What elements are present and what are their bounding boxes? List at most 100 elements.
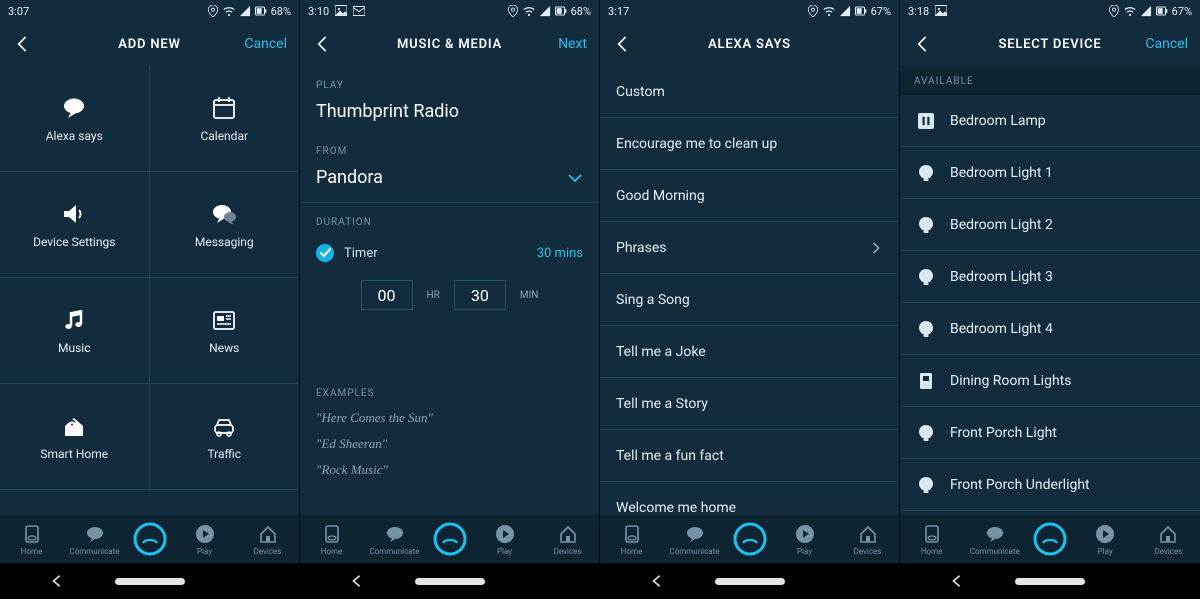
communicate-icon xyxy=(84,523,106,545)
nav-communicate[interactable]: Communicate xyxy=(670,523,720,556)
signal-icon xyxy=(1140,5,1152,17)
checkmark-icon xyxy=(316,244,334,262)
system-back-button[interactable] xyxy=(50,574,64,588)
list-item[interactable]: Tell me a fun fact xyxy=(600,430,899,482)
tile-alexa-says[interactable]: Alexa says xyxy=(0,66,150,172)
nav-communicate[interactable]: Communicate xyxy=(70,523,120,556)
status-time: 3:07 xyxy=(8,5,29,18)
list-item-label: Tell me a fun fact xyxy=(616,448,724,464)
device-row[interactable]: Bedroom Light 3 xyxy=(900,251,1200,303)
nav-home[interactable]: Home xyxy=(607,523,657,556)
next-button[interactable]: Next xyxy=(558,36,587,52)
smart-home-icon xyxy=(60,413,88,439)
chevron-down-icon xyxy=(567,170,583,186)
from-select[interactable]: Pandora xyxy=(300,163,599,202)
nav-home[interactable]: Home xyxy=(7,523,57,556)
list-item-label: Sing a Song xyxy=(616,292,690,308)
system-back-button[interactable] xyxy=(950,574,964,588)
hours-unit: HR xyxy=(427,290,440,301)
device-name: Bedroom Lamp xyxy=(950,113,1046,129)
back-button[interactable] xyxy=(12,32,36,56)
list-item[interactable]: Welcome me home xyxy=(600,482,899,515)
signal-icon xyxy=(839,5,851,17)
device-row[interactable]: Front Porch Light xyxy=(900,407,1200,459)
nav-alexa-button[interactable] xyxy=(1033,522,1067,556)
system-home-pill[interactable] xyxy=(1015,578,1085,585)
nav-devices[interactable]: Devices xyxy=(543,523,593,556)
back-button[interactable] xyxy=(912,32,936,56)
play-label: PLAY xyxy=(300,66,599,97)
nav-home[interactable]: Home xyxy=(307,523,357,556)
tile-smart-home[interactable]: Smart Home xyxy=(0,384,150,490)
system-home-pill[interactable] xyxy=(715,578,785,585)
list-item[interactable]: Tell me a Joke xyxy=(600,326,899,378)
device-row[interactable]: Dining Room Lights xyxy=(900,355,1200,407)
device-row[interactable]: Front Porch Underlight xyxy=(900,459,1200,511)
hours-input[interactable]: 00 xyxy=(361,280,413,310)
list-item[interactable]: Good Morning xyxy=(600,170,899,222)
nav-communicate[interactable]: Communicate xyxy=(970,523,1020,556)
cancel-button[interactable]: Cancel xyxy=(244,36,287,52)
nav-play[interactable]: Play xyxy=(1080,523,1130,556)
nav-alexa-button[interactable] xyxy=(133,522,167,556)
wifi-icon xyxy=(823,5,835,17)
timer-toggle-row[interactable]: Timer 30 mins xyxy=(300,234,599,272)
status-time: 3:18 xyxy=(908,5,929,18)
back-icon xyxy=(312,34,332,54)
back-button[interactable] xyxy=(312,32,336,56)
app-bar: MUSIC & MEDIA Next xyxy=(300,22,599,66)
status-battery: 67% xyxy=(1172,5,1192,18)
tile-messaging[interactable]: Messaging xyxy=(150,172,300,278)
nav-play[interactable]: Play xyxy=(180,523,230,556)
device-name: Front Porch Underlight xyxy=(950,477,1090,493)
screen-music-media: 3:10 68% MUSIC & MEDIA Next PLAY Thumbpr… xyxy=(300,0,600,599)
bottom-nav: Home Communicate Play Devices xyxy=(300,515,599,563)
nav-play[interactable]: Play xyxy=(480,523,530,556)
list-item[interactable]: Encourage me to clean up xyxy=(600,118,899,170)
tile-traffic[interactable]: Traffic xyxy=(150,384,300,490)
bulb-icon xyxy=(916,163,936,183)
status-time: 3:10 xyxy=(308,5,329,18)
cancel-button[interactable]: Cancel xyxy=(1145,36,1188,52)
system-back-button[interactable] xyxy=(650,574,664,588)
example-item: "Rock Music" xyxy=(316,457,583,483)
list-item[interactable]: Phrases xyxy=(600,222,899,274)
device-row[interactable]: Bedroom Light 1 xyxy=(900,147,1200,199)
battery-icon xyxy=(555,5,567,17)
device-row[interactable]: Bedroom Light 4 xyxy=(900,303,1200,355)
system-home-pill[interactable] xyxy=(415,578,485,585)
nav-play[interactable]: Play xyxy=(780,523,830,556)
bottom-nav: Home Communicate Play Devices xyxy=(900,515,1200,563)
play-input[interactable]: Thumbprint Radio xyxy=(300,97,599,132)
device-name: Bedroom Light 2 xyxy=(950,217,1053,233)
nav-home[interactable]: Home xyxy=(907,523,957,556)
nav-alexa-button[interactable] xyxy=(433,522,467,556)
tile-news[interactable]: News xyxy=(150,278,300,384)
tile-device-settings[interactable]: Device Settings xyxy=(0,172,150,278)
device-row[interactable]: Bedroom Light 2 xyxy=(900,199,1200,251)
tile-calendar[interactable]: Calendar xyxy=(150,66,300,172)
mail-icon xyxy=(353,5,365,17)
duration-picker: 00 HR 30 MIN xyxy=(300,272,599,328)
messaging-icon xyxy=(210,201,238,227)
list-item[interactable]: Custom xyxy=(600,66,899,118)
tile-music[interactable]: Music xyxy=(0,278,150,384)
nav-devices[interactable]: Devices xyxy=(843,523,893,556)
app-bar: ALEXA SAYS xyxy=(600,22,899,66)
list-item[interactable]: Sing a Song xyxy=(600,274,899,326)
minutes-input[interactable]: 30 xyxy=(454,280,506,310)
nav-devices[interactable]: Devices xyxy=(243,523,293,556)
nav-devices[interactable]: Devices xyxy=(1143,523,1193,556)
nav-communicate[interactable]: Communicate xyxy=(370,523,420,556)
nav-alexa-button[interactable] xyxy=(733,522,767,556)
calendar-icon xyxy=(210,95,238,121)
system-back-button[interactable] xyxy=(350,574,364,588)
status-bar: 3:17 67% xyxy=(600,0,899,22)
system-home-pill[interactable] xyxy=(115,578,185,585)
back-button[interactable] xyxy=(612,32,636,56)
news-icon xyxy=(210,307,238,333)
minutes-unit: MIN xyxy=(520,290,539,301)
device-row[interactable]: Bedroom Lamp xyxy=(900,95,1200,147)
location-icon xyxy=(207,5,219,17)
list-item[interactable]: Tell me a Story xyxy=(600,378,899,430)
